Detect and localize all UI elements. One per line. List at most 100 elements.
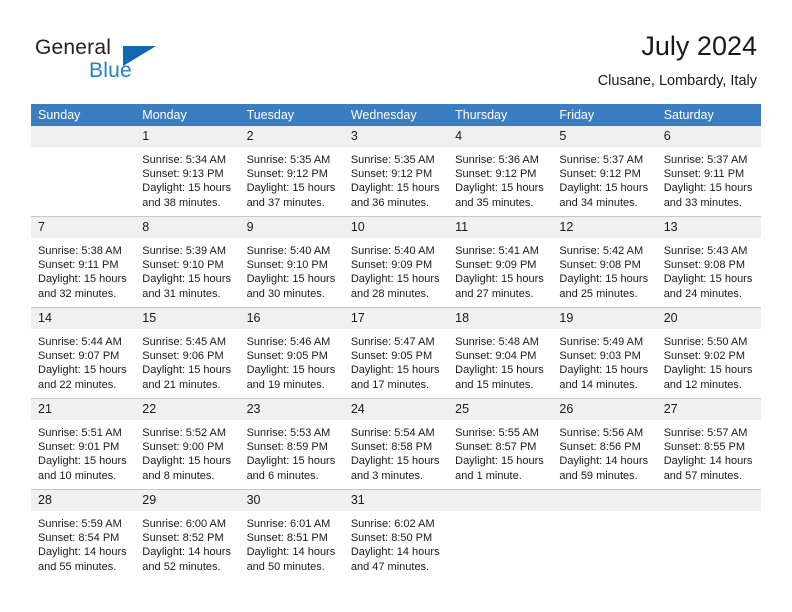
calendar-day-cell[interactable]: 29 Sunrise: 6:00 AM Sunset: 8:52 PM Dayligh… — [135, 489, 240, 580]
day-details: Sunrise: 5:48 AM Sunset: 9:04 PM Daylight:… — [448, 329, 552, 392]
calendar-day-cell[interactable]: 9 Sunrise: 5:40 AM Sunset: 9:10 PM Daylight… — [239, 216, 344, 308]
daylight-text-line1: Daylight: 14 hours — [350, 546, 440, 559]
day-number: 16 — [239, 308, 344, 329]
calendar-day-cell[interactable]: 1 Sunrise: 5:34 AM Sunset: 9:13 PM Daylight… — [135, 126, 240, 217]
daylight-text-line1: Daylight: 15 hours — [246, 364, 336, 377]
sunset-text: Sunset: 9:00 PM — [142, 441, 224, 454]
calendar-day-cell[interactable]: 23 Sunrise: 5:53 AM Sunset: 8:59 PM Dayligh… — [239, 398, 344, 490]
day-cell-inner: 7 Sunrise: 5:38 AM Sunset: 9:11 PM Daylight… — [31, 217, 136, 307]
daylight-text-line2: and 35 minutes. — [455, 196, 534, 209]
calendar-day-cell[interactable]: 28 Sunrise: 5:59 AM Sunset: 8:54 PM Dayligh… — [31, 489, 136, 580]
calendar-day-cell[interactable]: 8 Sunrise: 5:39 AM Sunset: 9:10 PM Daylight… — [135, 216, 240, 308]
day-cell-inner: 31 Sunrise: 6:02 AM Sunset: 8:50 PM Dayligh… — [343, 490, 449, 580]
calendar-day-cell[interactable]: 13 Sunrise: 5:43 AM Sunset: 9:08 PM Dayligh… — [656, 216, 761, 308]
daylight-text-line1: Daylight: 15 hours — [246, 182, 336, 195]
general-blue-logo[interactable]: General Blue — [35, 36, 205, 88]
sunrise-text: Sunrise: 5:49 AM — [559, 336, 644, 348]
sunset-text: Sunset: 8:58 PM — [350, 441, 433, 454]
day-cell-inner: 13 Sunrise: 5:43 AM Sunset: 9:08 PM Dayligh… — [656, 217, 761, 307]
daylight-text-line1: Daylight: 14 hours — [559, 455, 649, 468]
daylight-text-line2: and 15 minutes. — [455, 378, 534, 391]
calendar-day-cell[interactable]: 31 Sunrise: 6:02 AM Sunset: 8:50 PM Dayligh… — [343, 489, 449, 580]
sunrise-text: Sunrise: 5:37 AM — [559, 154, 644, 166]
day-cell-inner: 21 Sunrise: 5:51 AM Sunset: 9:01 PM Dayligh… — [31, 399, 136, 489]
day-details: Sunrise: 5:55 AM Sunset: 8:57 PM Daylight:… — [448, 420, 552, 483]
sunrise-text: Sunrise: 5:43 AM — [663, 245, 748, 257]
day-cell-inner: 17 Sunrise: 5:47 AM Sunset: 9:05 PM Dayligh… — [343, 308, 449, 398]
daylight-text-line2: and 31 minutes. — [142, 287, 221, 300]
calendar-week-row: 14 Sunrise: 5:44 AM Sunset: 9:07 PM Dayligh… — [31, 307, 761, 399]
calendar-day-cell[interactable]: 3 Sunrise: 5:35 AM Sunset: 9:12 PM Daylight… — [343, 126, 449, 217]
calendar-week-row: 28 Sunrise: 5:59 AM Sunset: 8:54 PM Dayligh… — [31, 489, 761, 580]
day-number: 20 — [656, 308, 761, 329]
calendar-day-cell[interactable]: 30 Sunrise: 6:01 AM Sunset: 8:51 PM Dayligh… — [239, 489, 344, 580]
day-cell-inner: 9 Sunrise: 5:40 AM Sunset: 9:10 PM Daylight… — [239, 217, 344, 307]
sunrise-text: Sunrise: 5:50 AM — [663, 336, 748, 348]
calendar-day-cell[interactable]: 20 Sunrise: 5:50 AM Sunset: 9:02 PM Dayligh… — [656, 307, 761, 399]
sunrise-text: Sunrise: 5:55 AM — [455, 427, 539, 439]
sunrise-text: Sunrise: 5:42 AM — [559, 245, 644, 257]
day-cell-inner: 20 Sunrise: 5:50 AM Sunset: 9:02 PM Dayligh… — [656, 308, 761, 398]
calendar-day-cell[interactable]: 24 Sunrise: 5:54 AM Sunset: 8:58 PM Dayligh… — [343, 398, 449, 490]
daylight-text-line1: Daylight: 15 hours — [559, 364, 649, 377]
calendar-day-cell[interactable]: 6 Sunrise: 5:37 AM Sunset: 9:11 PM Daylight… — [656, 126, 761, 217]
calendar-day-cell[interactable]: 12 Sunrise: 5:42 AM Sunset: 9:08 PM Dayligh… — [552, 216, 657, 308]
calendar-day-cell[interactable]: 16 Sunrise: 5:46 AM Sunset: 9:05 PM Dayligh… — [239, 307, 344, 399]
calendar-day-cell[interactable]: 5 Sunrise: 5:37 AM Sunset: 9:12 PM Daylight… — [552, 126, 657, 217]
daylight-text-line1: Daylight: 15 hours — [38, 455, 127, 468]
day-details: Sunrise: 5:49 AM Sunset: 9:03 PM Daylight:… — [552, 329, 656, 392]
daylight-text-line2: and 33 minutes. — [663, 196, 742, 209]
day-number: 15 — [135, 308, 240, 329]
daylight-text-line2: and 10 minutes. — [38, 469, 117, 482]
calendar-day-cell[interactable]: 4 Sunrise: 5:36 AM Sunset: 9:12 PM Daylight… — [448, 126, 553, 217]
day-number — [448, 490, 553, 511]
day-number: 2 — [239, 126, 344, 147]
calendar-day-cell[interactable]: 7 Sunrise: 5:38 AM Sunset: 9:11 PM Daylight… — [31, 216, 136, 308]
daylight-text-line1: Daylight: 15 hours — [455, 273, 544, 286]
daylight-text-line2: and 27 minutes. — [455, 287, 534, 300]
day-cell-inner: 25 Sunrise: 5:55 AM Sunset: 8:57 PM Dayligh… — [448, 399, 553, 489]
sunrise-text: Sunrise: 5:57 AM — [663, 427, 748, 439]
calendar-day-cell[interactable]: 25 Sunrise: 5:55 AM Sunset: 8:57 PM Dayligh… — [448, 398, 553, 490]
calendar-day-cell[interactable]: 18 Sunrise: 5:48 AM Sunset: 9:04 PM Dayligh… — [448, 307, 553, 399]
calendar-day-cell[interactable]: 15 Sunrise: 5:45 AM Sunset: 9:06 PM Dayligh… — [135, 307, 240, 399]
sunrise-text: Sunrise: 5:37 AM — [663, 154, 748, 166]
daylight-text-line2: and 6 minutes. — [246, 469, 319, 482]
day-details: Sunrise: 5:40 AM Sunset: 9:09 PM Daylight:… — [344, 238, 448, 301]
sunset-text: Sunset: 8:51 PM — [246, 532, 328, 545]
sunrise-text: Sunrise: 5:39 AM — [142, 245, 227, 257]
day-cell-inner: 10 Sunrise: 5:40 AM Sunset: 9:09 PM Dayligh… — [343, 217, 449, 307]
daylight-text-line1: Daylight: 15 hours — [350, 364, 440, 377]
day-details: Sunrise: 5:52 AM Sunset: 9:00 PM Daylight:… — [135, 420, 239, 483]
sunset-text: Sunset: 9:07 PM — [38, 350, 120, 363]
sunset-text: Sunset: 8:50 PM — [350, 532, 433, 545]
calendar-day-cell[interactable]: 26 Sunrise: 5:56 AM Sunset: 8:56 PM Dayligh… — [552, 398, 657, 490]
day-details: Sunrise: 6:00 AM Sunset: 8:52 PM Daylight:… — [135, 511, 239, 574]
day-number: 6 — [656, 126, 761, 147]
sunrise-text: Sunrise: 5:51 AM — [38, 427, 122, 439]
day-cell-inner: 4 Sunrise: 5:36 AM Sunset: 9:12 PM Daylight… — [448, 126, 553, 216]
daylight-text-line1: Daylight: 15 hours — [663, 364, 753, 377]
calendar-day-cell[interactable]: 19 Sunrise: 5:49 AM Sunset: 9:03 PM Dayligh… — [552, 307, 657, 399]
daylight-text-line1: Daylight: 14 hours — [246, 546, 336, 559]
daylight-text-line1: Daylight: 15 hours — [142, 455, 231, 468]
calendar-week-row: 21 Sunrise: 5:51 AM Sunset: 9:01 PM Dayligh… — [31, 398, 761, 490]
calendar-day-cell[interactable]: 2 Sunrise: 5:35 AM Sunset: 9:12 PM Daylight… — [239, 126, 344, 217]
day-number: 31 — [343, 490, 449, 511]
calendar-day-cell[interactable]: 17 Sunrise: 5:47 AM Sunset: 9:05 PM Dayligh… — [343, 307, 449, 399]
day-number: 8 — [135, 217, 240, 238]
day-number: 1 — [135, 126, 240, 147]
daylight-text-line2: and 47 minutes. — [350, 560, 430, 573]
title-block: July 2024 Clusane, Lombardy, Italy — [598, 30, 757, 91]
calendar-day-cell[interactable]: 27 Sunrise: 5:57 AM Sunset: 8:55 PM Dayligh… — [656, 398, 761, 490]
daylight-text-line2: and 37 minutes. — [246, 196, 325, 209]
calendar-day-cell[interactable]: 11 Sunrise: 5:41 AM Sunset: 9:09 PM Dayligh… — [448, 216, 553, 308]
day-cell-inner: 28 Sunrise: 5:59 AM Sunset: 8:54 PM Dayligh… — [31, 490, 136, 580]
day-number: 26 — [552, 399, 657, 420]
daylight-text-line1: Daylight: 15 hours — [142, 364, 231, 377]
calendar-day-cell[interactable]: 21 Sunrise: 5:51 AM Sunset: 9:01 PM Dayligh… — [31, 398, 136, 490]
calendar-day-cell[interactable]: 22 Sunrise: 5:52 AM Sunset: 9:00 PM Dayligh… — [135, 398, 240, 490]
daylight-text-line1: Daylight: 15 hours — [350, 455, 440, 468]
calendar-day-cell[interactable]: 10 Sunrise: 5:40 AM Sunset: 9:09 PM Dayligh… — [343, 216, 449, 308]
calendar-day-cell[interactable]: 14 Sunrise: 5:44 AM Sunset: 9:07 PM Dayligh… — [31, 307, 136, 399]
